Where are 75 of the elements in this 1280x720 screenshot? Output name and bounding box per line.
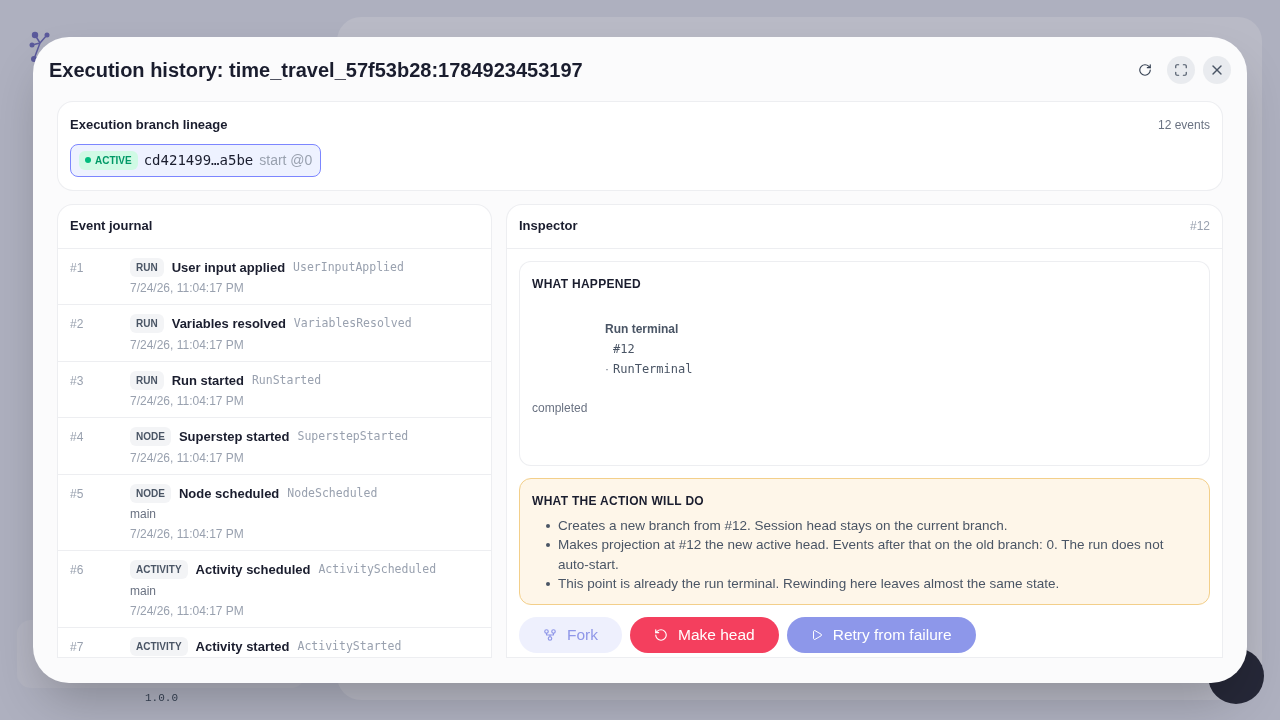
bullet-icon (546, 543, 550, 547)
refresh-icon (1138, 63, 1152, 77)
event-title: Variables resolved (171, 315, 286, 333)
category-badge: NODE (130, 427, 171, 447)
event-detail: main (130, 506, 157, 523)
fullscreen-icon (1174, 63, 1188, 77)
modal-title: Execution history: time_travel_57f53b28:1784923453197 (49, 58, 583, 83)
event-reference: #12 (1189, 218, 1210, 235)
event-type: SuperstepStarted (297, 428, 409, 446)
event-number: #3 (70, 372, 85, 390)
action-description: This point is already the run terminal. Rewinding here leaves almost the same state. (558, 575, 1060, 593)
event-detail: main (130, 582, 157, 600)
category-badge: ACTIVITY (130, 560, 188, 580)
event-type: RunStarted (251, 371, 322, 389)
event-time: 7/24/26, 11:04:17 PM (130, 526, 245, 543)
event-time: 7/24/26, 11:04:17 PM (130, 602, 245, 620)
event-type: NodeScheduled (287, 484, 378, 502)
action-button[interactable]: Make head (630, 616, 779, 653)
event-title: Run started (171, 371, 244, 390)
event-type: ActivityScheduled (318, 561, 437, 579)
event-type: VariablesResolved (293, 315, 412, 333)
event-status: completed (532, 399, 589, 417)
category-badge: RUN (130, 314, 164, 334)
event-title: Activity started (195, 637, 290, 656)
panel-title: Event journal (70, 217, 153, 236)
version-label: 1.0.0 (145, 691, 178, 706)
event-number: #7 (70, 638, 85, 656)
card-heading: WHAT HAPPENED (532, 275, 642, 293)
event-row[interactable]: #6 ACTIVITY Activity scheduled ActivityScheduled main 7/24/26, 11:04:17 PM (58, 551, 491, 628)
action-description: Makes projection at #12 the new active head. Events after that on the old branch: 0. The run does not auto-start. (558, 536, 1165, 574)
category-badge: RUN (130, 370, 164, 390)
section-title: Execution branch lineage (70, 116, 228, 134)
event-title: Node scheduled (178, 484, 280, 503)
event-title: Run terminal (605, 320, 680, 338)
event-row[interactable]: #5 NODE Node scheduled NodeScheduled main 7/24/26, 11:04:17 PM (58, 474, 491, 551)
event-number: #2 (70, 316, 85, 333)
event-number: #4 (70, 429, 85, 446)
event-count: 12 events (1157, 116, 1210, 134)
event-time: 7/24/26, 11:04:17 PM (130, 280, 245, 297)
event-row[interactable]: #1 RUN User input applied UserInputApplied 7/24/26, 11:04:17 PM (58, 248, 491, 305)
event-number: #1 (70, 259, 85, 277)
fork-icon (543, 627, 557, 642)
separator-dot: · (605, 360, 609, 378)
category-badge: RUN (130, 257, 164, 277)
card-heading: WHAT THE ACTION WILL DO (532, 492, 705, 510)
play-icon (810, 628, 823, 641)
bullet-icon (546, 523, 550, 528)
event-title: Superstep started (178, 428, 290, 446)
event-title: User input applied (171, 258, 286, 277)
branch-hash: cd421499…a5be (143, 150, 254, 170)
action-description: Creates a new branch from #12. Session head stays on the current branch. (558, 516, 1008, 535)
fullscreen-button[interactable] (1167, 56, 1195, 84)
branch-start: start @0 (259, 150, 313, 170)
event-time: 7/24/26, 11:04:17 PM (130, 336, 245, 354)
event-type: RunTerminal (613, 360, 693, 378)
event-number: #12 (612, 340, 636, 358)
event-type: ActivityStarted (297, 637, 402, 655)
event-number: #6 (70, 562, 85, 579)
close-button[interactable] (1203, 56, 1231, 84)
event-row[interactable]: #4 NODE Superstep started SuperstepStarted 7/24/26, 11:04:17 PM (58, 418, 491, 475)
event-row[interactable]: #3 RUN Run started RunStarted 7/24/26, 11:04:17 PM (58, 361, 491, 418)
event-type: UserInputApplied (293, 258, 404, 276)
event-time: 7/24/26, 11:04:17 PM (130, 393, 245, 410)
branch-chip[interactable]: ACTIVE cd421499…a5be start @0 (70, 143, 322, 177)
event-number: #5 (70, 485, 85, 503)
panel-title: Inspector (519, 217, 578, 236)
event-time: 7/24/26, 11:04:17 PM (130, 449, 245, 467)
status-badge: ACTIVE (79, 150, 138, 170)
event-row[interactable]: #7 ACTIVITY Activity started ActivityStarted (58, 627, 491, 657)
event-row[interactable]: #2 RUN Variables resolved VariablesResolved 7/24/26, 11:04:17 PM (58, 305, 491, 362)
category-badge: NODE (130, 483, 171, 503)
undo-icon (654, 627, 668, 642)
event-title: Activity scheduled (195, 561, 311, 579)
category-badge: ACTIVITY (130, 636, 188, 656)
bullet-icon (546, 582, 550, 586)
